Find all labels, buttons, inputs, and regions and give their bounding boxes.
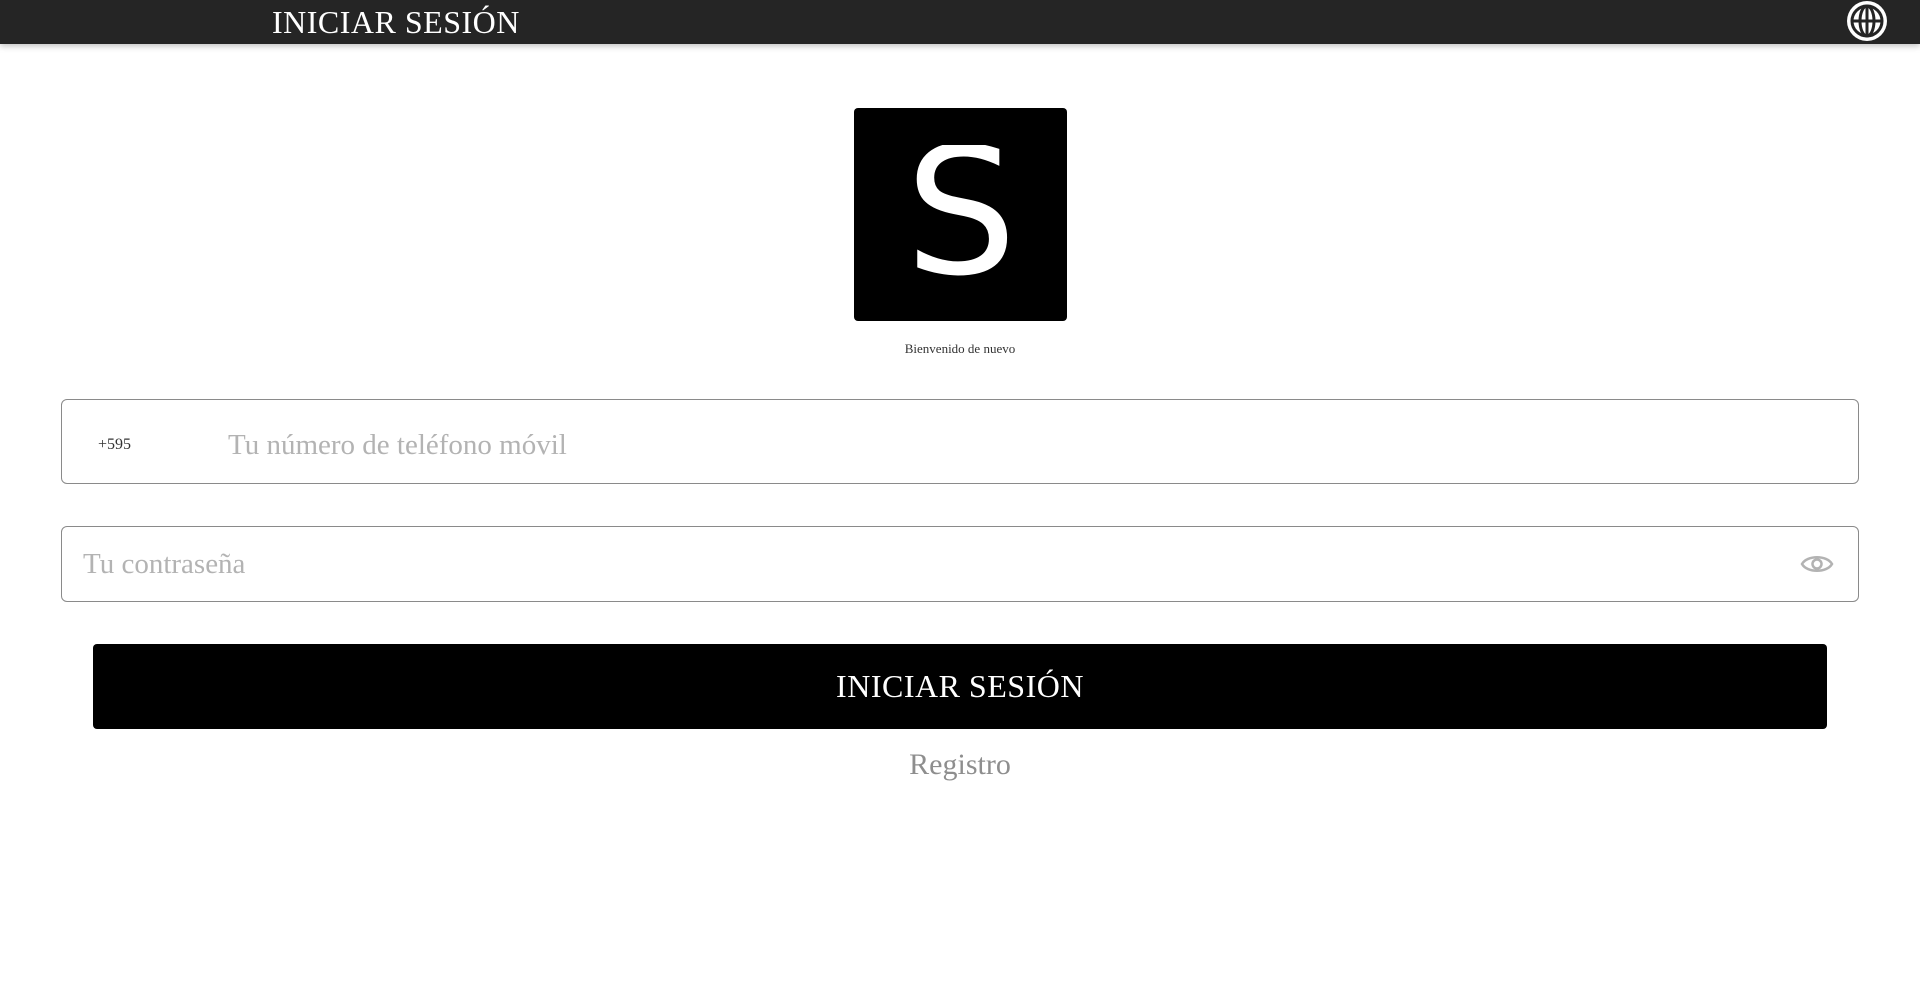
password-field bbox=[61, 526, 1859, 602]
logo-mark: S bbox=[905, 145, 1017, 285]
phone-field: +595 bbox=[61, 399, 1859, 484]
password-input[interactable] bbox=[62, 527, 1794, 601]
toggle-password-visibility-button[interactable] bbox=[1794, 541, 1840, 587]
top-bar: INICIAR SESIÓN bbox=[0, 0, 1920, 44]
globe-icon bbox=[1847, 1, 1887, 41]
phone-input[interactable] bbox=[168, 400, 1858, 483]
logo-letter: S bbox=[905, 145, 1017, 285]
page-title: INICIAR SESIÓN bbox=[272, 4, 520, 40]
language-button[interactable] bbox=[1845, 0, 1889, 42]
brand-logo: S bbox=[854, 108, 1067, 321]
welcome-text: Bienvenido de nuevo bbox=[904, 341, 1016, 356]
login-button[interactable]: INICIAR SESIÓN bbox=[93, 644, 1827, 729]
register-link[interactable]: Registro bbox=[0, 748, 1920, 782]
country-code-selector[interactable]: +595 bbox=[62, 430, 168, 454]
eye-icon bbox=[1800, 556, 1834, 572]
